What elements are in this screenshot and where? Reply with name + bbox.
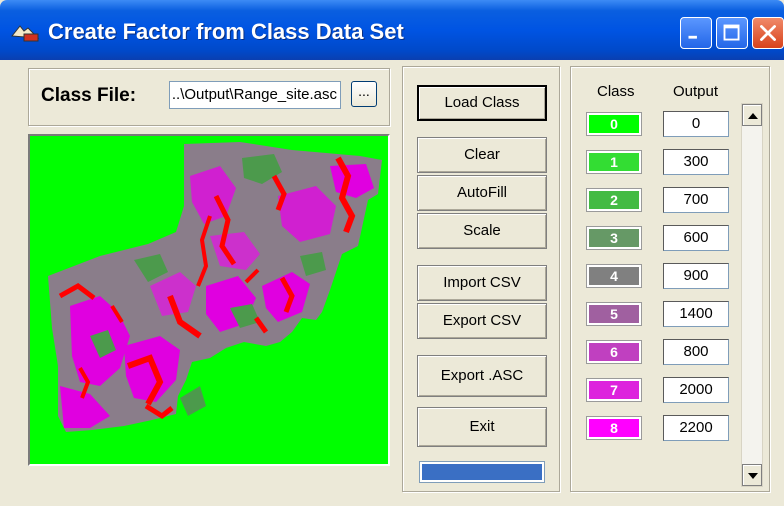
import-csv-button[interactable]: Import CSV [417, 265, 547, 301]
progress-fill [422, 464, 542, 480]
output-field-1[interactable]: 300 [663, 149, 729, 175]
class-file-panel: Class File: ..\Output\Range_site.asc ... [28, 68, 390, 126]
class-map-image [48, 142, 382, 432]
output-field-5[interactable]: 1400 [663, 301, 729, 327]
export-csv-button[interactable]: Export CSV [417, 303, 547, 339]
maximize-button[interactable] [716, 17, 748, 49]
maximize-icon [723, 24, 740, 41]
class-file-label: Class File: [41, 85, 137, 106]
output-field-7[interactable]: 2000 [663, 377, 729, 403]
output-field-0[interactable]: 0 [663, 111, 729, 137]
clear-button[interactable]: Clear [417, 137, 547, 173]
close-button[interactable] [752, 17, 784, 49]
minimize-button[interactable] [680, 17, 712, 49]
export-asc-button[interactable]: Export .ASC [417, 355, 547, 397]
scroll-down-button[interactable] [742, 464, 762, 486]
output-column-header: Output [673, 83, 719, 100]
browse-button[interactable]: ... [351, 81, 377, 107]
class-list-scrollbar[interactable] [741, 103, 763, 487]
class-file-value: ..\Output\Range_site.asc [171, 86, 337, 103]
class-swatch-8: 8 [586, 416, 642, 440]
class-swatch-4: 4 [586, 264, 642, 288]
class-map-preview [28, 134, 390, 466]
arrow-up-icon [748, 113, 758, 119]
class-column-header: Class [597, 83, 635, 100]
actions-panel: Load Class Clear AutoFill Scale Import C… [402, 66, 560, 492]
class-file-field[interactable]: ..\Output\Range_site.asc [169, 81, 341, 109]
autofill-button[interactable]: AutoFill [417, 175, 547, 211]
output-field-8[interactable]: 2200 [663, 415, 729, 441]
arrow-down-icon [748, 473, 758, 479]
window-title: Create Factor from Class Data Set [48, 19, 404, 44]
class-swatch-1: 1 [586, 150, 642, 174]
app-icon [11, 25, 40, 42]
minimize-icon [688, 35, 697, 39]
dialog-window: Create Factor from Class Data Set Class … [0, 0, 784, 506]
exit-button[interactable]: Exit [417, 407, 547, 447]
close-icon [760, 25, 776, 41]
output-field-3[interactable]: 600 [663, 225, 729, 251]
class-swatch-0: 0 [586, 112, 642, 136]
output-field-4[interactable]: 900 [663, 263, 729, 289]
class-swatch-2: 2 [586, 188, 642, 212]
class-swatch-7: 7 [586, 378, 642, 402]
scroll-up-button[interactable] [742, 104, 762, 126]
class-swatch-3: 3 [586, 226, 642, 250]
output-field-6[interactable]: 800 [663, 339, 729, 365]
title-bar[interactable]: Create Factor from Class Data Set [0, 0, 784, 60]
load-class-button[interactable]: Load Class [417, 85, 547, 121]
class-swatch-6: 6 [586, 340, 642, 364]
scale-button[interactable]: Scale [417, 213, 547, 249]
class-output-panel: Class Output 0 0 1 300 2 700 3 600 4 900 5 1400 6 800… [570, 66, 770, 492]
output-field-2[interactable]: 700 [663, 187, 729, 213]
class-swatch-5: 5 [586, 302, 642, 326]
progress-bar [419, 461, 545, 483]
